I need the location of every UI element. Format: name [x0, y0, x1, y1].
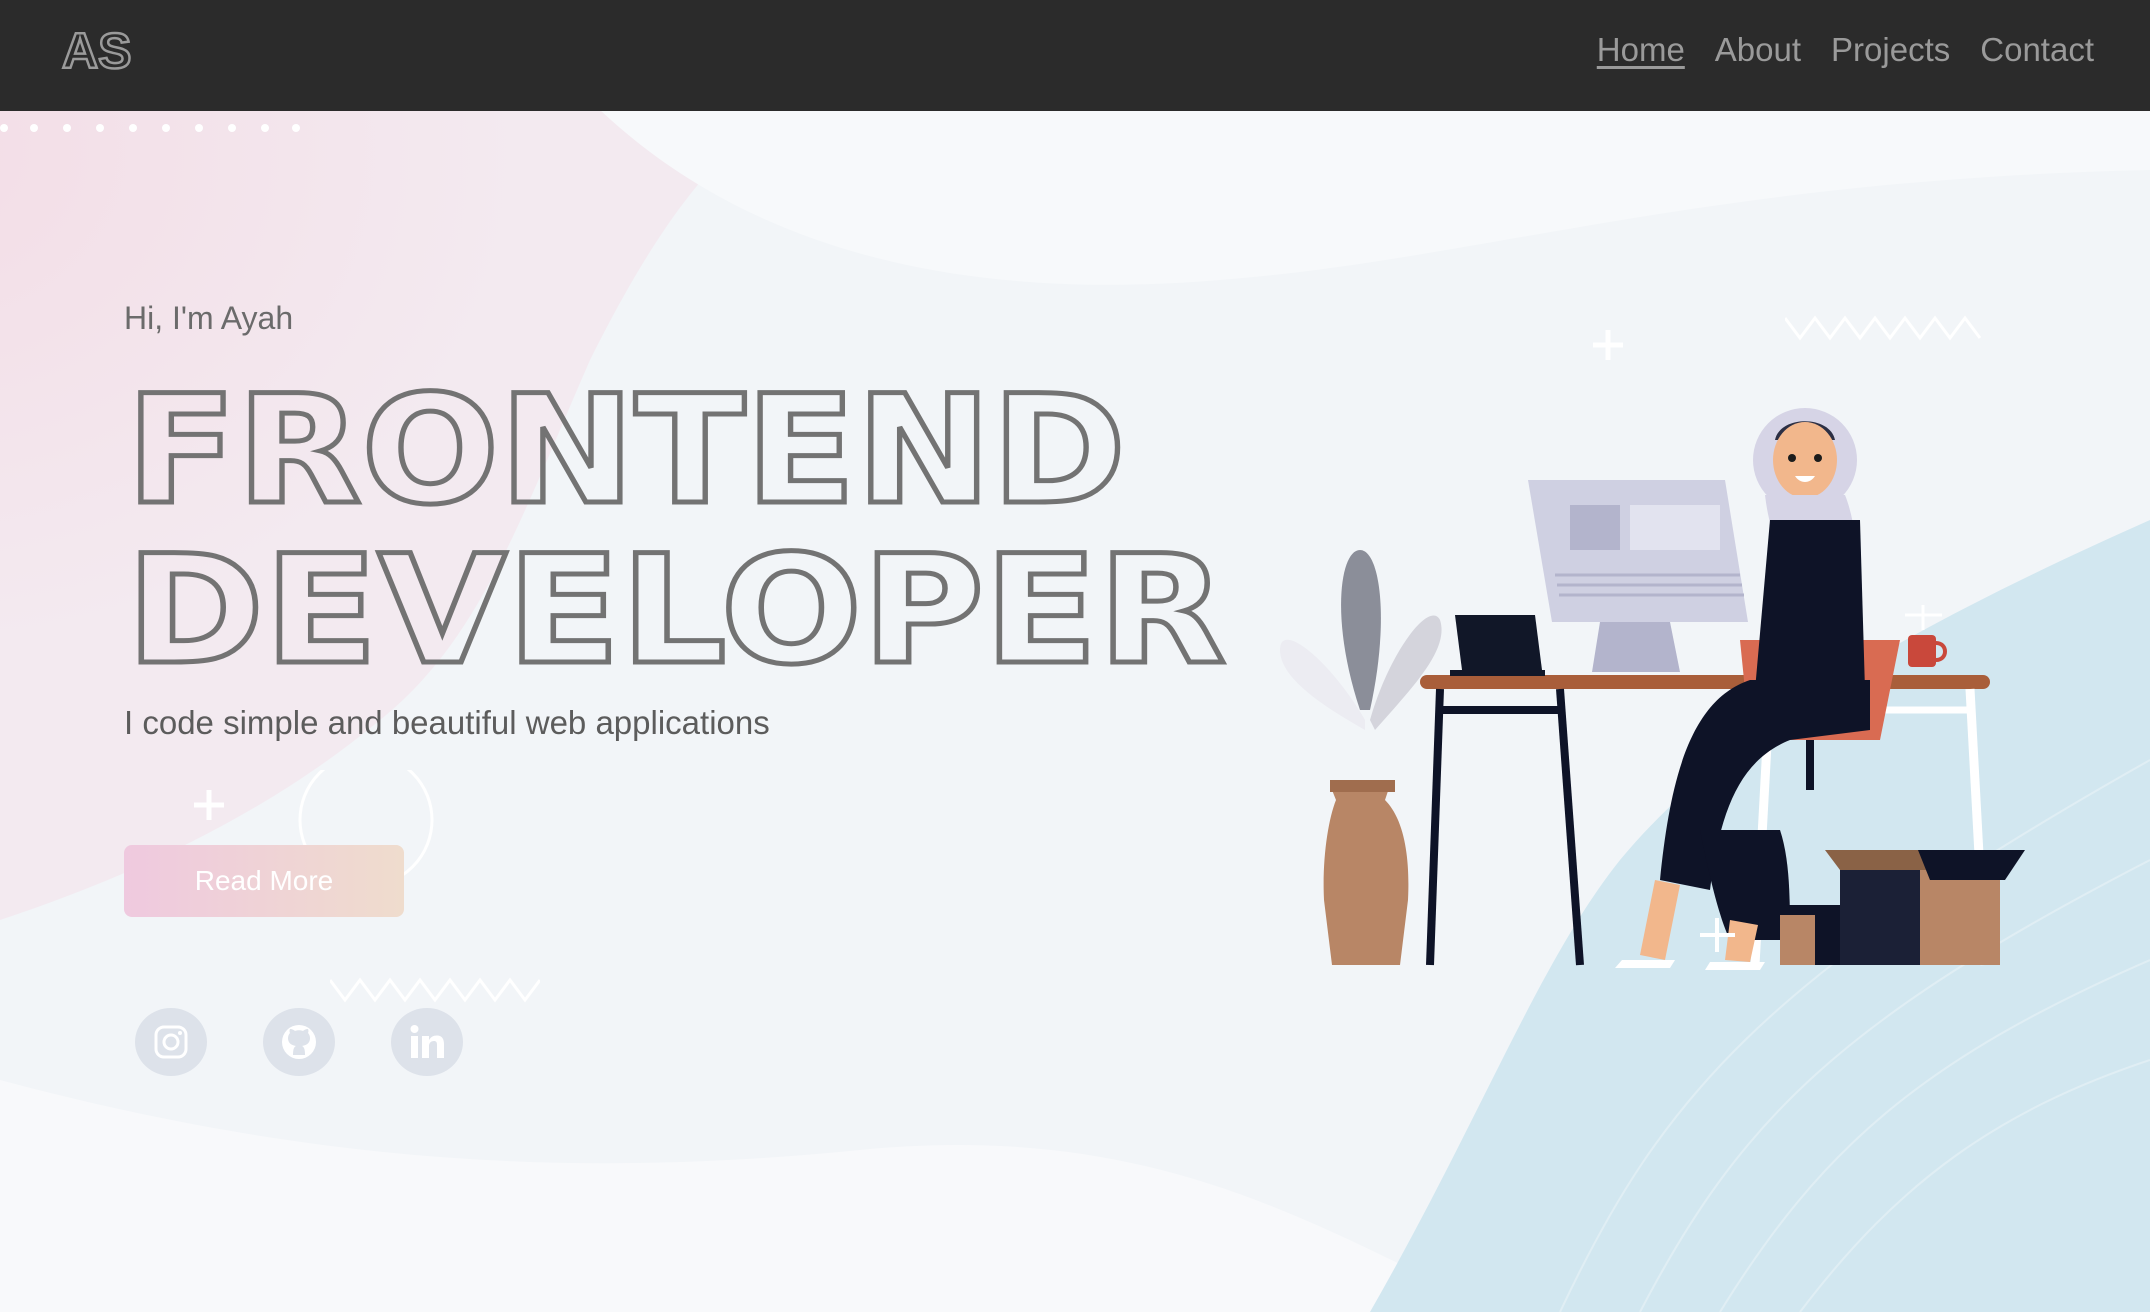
tagline-text: I code simple and beautiful web applicat…	[124, 704, 770, 741]
plus-decoration	[1593, 330, 1623, 360]
dots-decoration	[0, 124, 300, 132]
boxes	[1780, 850, 2025, 965]
headline-line-2: DEVELOPER	[126, 524, 1226, 672]
github-icon	[282, 1025, 316, 1059]
developer-illustration	[1280, 408, 2025, 970]
instagram-link[interactable]	[135, 1008, 207, 1076]
logo[interactable]: AS	[58, 20, 148, 76]
laptop	[1450, 615, 1545, 676]
nav-link-about[interactable]: About	[1715, 26, 1801, 74]
plant	[1280, 550, 1442, 965]
instagram-icon	[154, 1025, 188, 1059]
linkedin-link[interactable]	[391, 1008, 463, 1076]
monitor	[1528, 480, 1748, 672]
headline-line-1: FRONTEND	[126, 364, 1126, 538]
main-nav: Home About Projects Contact	[1597, 26, 2094, 74]
nav-link-projects[interactable]: Projects	[1831, 26, 1950, 74]
headline: FRONTEND DEVELOPER	[124, 362, 1229, 672]
linkedin-icon	[410, 1025, 444, 1058]
zigzag-decoration	[330, 977, 540, 1003]
mug	[1905, 605, 1947, 667]
read-more-button[interactable]: Read More	[124, 845, 404, 917]
svg-text:AS: AS	[62, 23, 131, 76]
nav-link-home[interactable]: Home	[1597, 26, 1685, 74]
greeting-text: Hi, I'm Ayah	[124, 300, 294, 336]
social-links	[135, 1008, 463, 1076]
navbar: AS Home About Projects Contact	[0, 0, 2150, 111]
github-link[interactable]	[263, 1008, 335, 1076]
zigzag-decoration-top	[1785, 315, 1982, 341]
nav-link-contact[interactable]: Contact	[1980, 26, 2094, 74]
